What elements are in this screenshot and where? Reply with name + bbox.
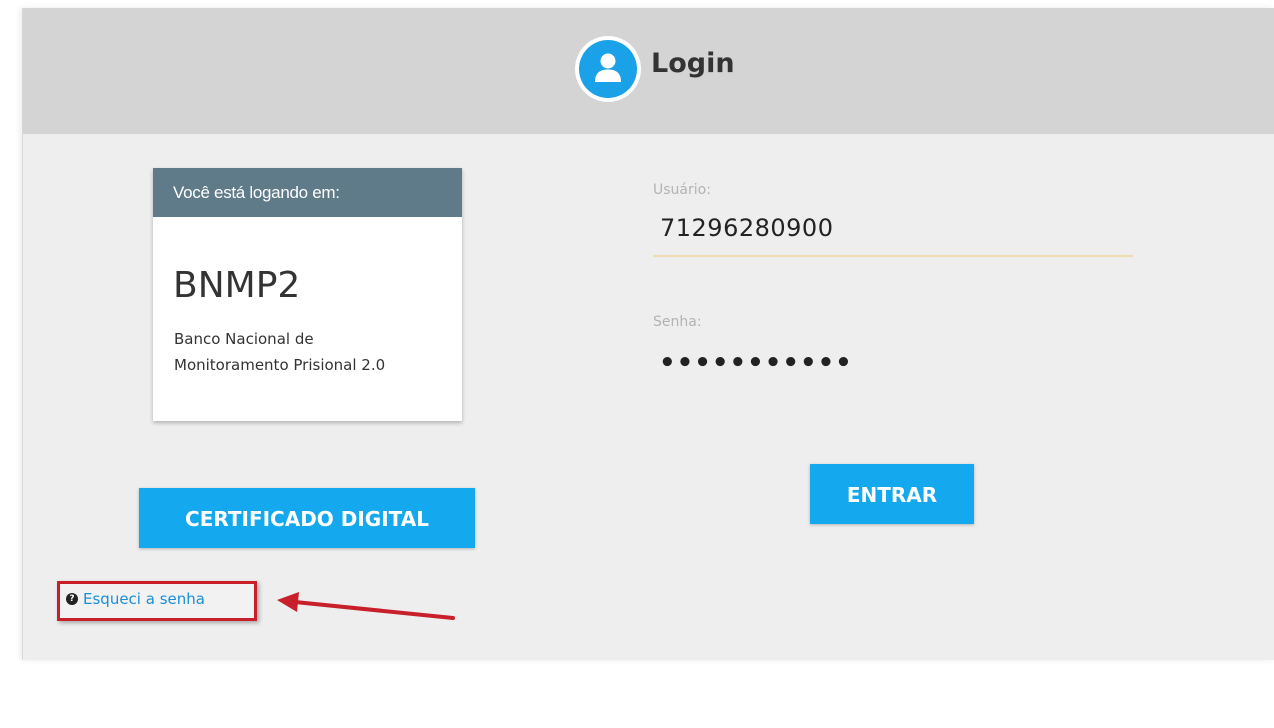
system-card-caption: Você está logando em:	[153, 168, 462, 217]
forgot-password: ? Esqueci a senha	[66, 590, 205, 608]
username-label: Usuário:	[653, 182, 711, 198]
username-underline	[653, 255, 1133, 257]
system-description: Banco Nacional de Monitoramento Prisiona…	[174, 330, 386, 374]
certificate-button[interactable]: CERTIFICADO DIGITAL	[139, 488, 475, 548]
password-label: Senha:	[653, 314, 702, 330]
forgot-password-link[interactable]: Esqueci a senha	[83, 590, 205, 608]
page: Login Você está logando em: BNMP2 Banco …	[0, 0, 1274, 728]
username-field[interactable]: 71296280900	[660, 214, 833, 242]
login-panel: Login Você está logando em: BNMP2 Banco …	[22, 8, 1274, 660]
system-name: BNMP2	[173, 265, 301, 306]
question-circle-icon: ?	[66, 593, 78, 605]
forgot-password-highlight: ? Esqueci a senha	[57, 581, 257, 621]
login-button[interactable]: ENTRAR	[810, 464, 974, 524]
user-icon	[575, 36, 641, 102]
page-title: Login	[651, 48, 735, 79]
red-arrow-icon	[277, 592, 455, 620]
password-field[interactable]: •••••••••••	[659, 348, 853, 378]
login-header: Login	[23, 8, 1274, 134]
system-card: Você está logando em: BNMP2 Banco Nacion…	[153, 168, 462, 421]
